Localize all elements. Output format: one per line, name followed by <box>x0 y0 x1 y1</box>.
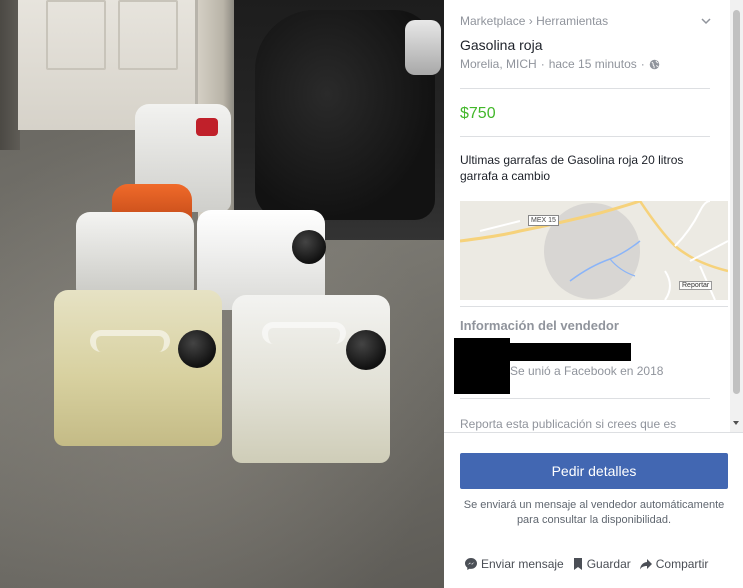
globe-icon <box>649 59 660 69</box>
photo-wall <box>0 0 20 150</box>
bookmark-icon <box>573 558 582 570</box>
photo-shoe <box>405 20 441 75</box>
scrollbar[interactable] <box>730 0 743 432</box>
scrollbar-thumb[interactable] <box>733 10 740 394</box>
listing-title: Gasolina roja <box>460 37 543 53</box>
redacted-avatar <box>454 338 510 394</box>
listing-photo <box>0 0 444 588</box>
divider <box>460 306 728 307</box>
listing-description: Ultimas garrafas de Gasolina roja 20 lit… <box>460 153 684 183</box>
listing-meta: Morelia, MICH · hace 15 minutos · <box>460 57 660 71</box>
scroll-down-arrow-icon[interactable] <box>733 421 739 425</box>
jug-front-right-cap <box>346 330 386 370</box>
ask-details-button[interactable]: Pedir detalles <box>460 453 728 489</box>
cta-note: Se enviará un mensaje al vendedor automá… <box>463 499 725 526</box>
jug-mid-right-cap <box>292 230 326 264</box>
divider <box>460 398 710 399</box>
send-message-button[interactable]: Enviar mensaje <box>464 557 564 571</box>
share-button[interactable]: Compartir <box>639 557 709 571</box>
seller-joined-date: Se unió a Facebook en 2018 <box>510 364 664 378</box>
breadcrumb-marketplace[interactable]: Marketplace <box>460 14 525 28</box>
map-road-label: MEX 15 <box>528 215 559 226</box>
messenger-icon <box>465 558 477 570</box>
share-arrow-icon <box>639 559 652 570</box>
share-label: Compartir <box>655 557 709 571</box>
seller-info-heading: Información del vendedor <box>460 318 619 333</box>
meta-separator: · <box>540 57 545 71</box>
divider <box>460 88 710 89</box>
map-report-link[interactable]: Reportar <box>679 281 713 290</box>
redacted-seller-name <box>510 343 631 361</box>
action-bar: Enviar mensaje Guardar Compartir <box>464 557 734 571</box>
details-scroll-area[interactable]: Marketplace › Herramientas Gasolina roja… <box>444 0 730 432</box>
divider <box>444 432 743 433</box>
jug-front-right-handle <box>262 322 346 344</box>
jug-front-right <box>232 295 390 463</box>
chevron-down-icon[interactable] <box>699 14 713 28</box>
listing-price: $750 <box>460 105 496 122</box>
send-message-label: Enviar mensaje <box>481 557 564 571</box>
jug-front-left-handle <box>90 330 170 352</box>
meta-separator: · <box>640 57 645 71</box>
listing-posted-time: hace 15 minutos <box>548 57 637 71</box>
breadcrumb: Marketplace › Herramientas <box>460 14 608 28</box>
breadcrumb-separator: › <box>528 14 533 28</box>
location-map[interactable]: MEX 15 Reportar <box>460 201 728 300</box>
jug-mid-left <box>76 212 194 298</box>
breadcrumb-herramientas[interactable]: Herramientas <box>536 14 608 28</box>
divider <box>460 136 710 137</box>
jug-front-left <box>54 290 222 446</box>
jug-front-left-cap <box>178 330 216 368</box>
report-listing-text[interactable]: Reporta esta publicación si crees que es <box>460 417 676 431</box>
listing-details-panel: Marketplace › Herramientas Gasolina roja… <box>444 0 743 588</box>
save-label: Guardar <box>586 557 631 571</box>
listing-location[interactable]: Morelia, MICH <box>460 57 537 71</box>
save-button[interactable]: Guardar <box>572 557 631 571</box>
jug-back-cap <box>196 118 218 136</box>
